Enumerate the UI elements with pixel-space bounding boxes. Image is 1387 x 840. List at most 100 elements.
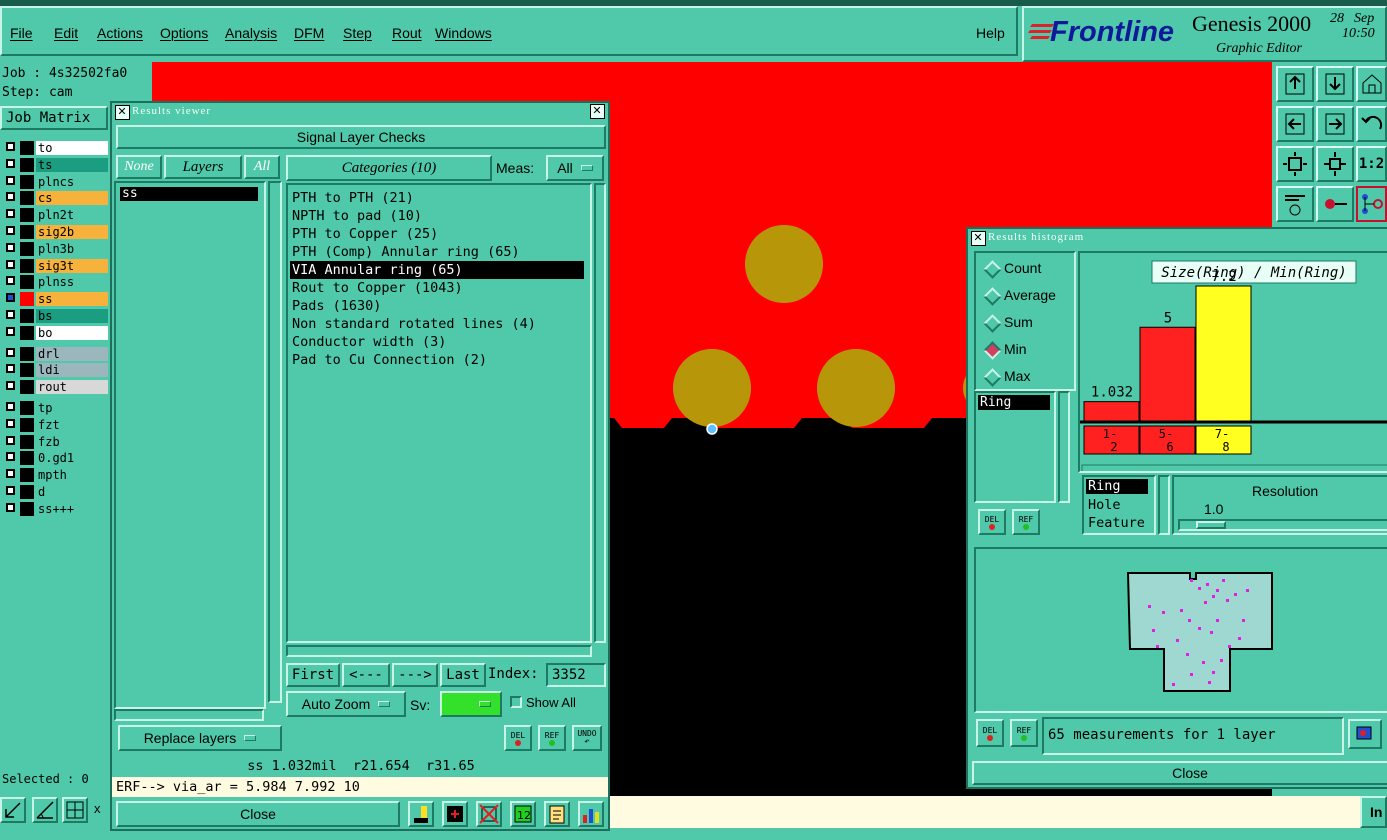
menu-item-step[interactable]: Step — [343, 25, 372, 41]
index-input[interactable]: 3352 — [546, 663, 606, 687]
layer-row-pln2t[interactable]: pln2t — [0, 207, 108, 223]
layer-name[interactable]: pln2t — [36, 208, 108, 223]
layer-row-drl[interactable]: drl — [0, 346, 108, 362]
layer-row-ss[interactable]: ss — [0, 291, 108, 307]
layer-name[interactable]: sig3t — [36, 258, 108, 273]
layer-checkbox[interactable] — [6, 347, 15, 357]
mode-radio-min[interactable]: Min — [980, 340, 1076, 362]
report-icon[interactable] — [442, 801, 468, 827]
layer-checkbox[interactable] — [6, 259, 15, 269]
window-menu-icon[interactable]: ✕ — [115, 105, 130, 120]
layer-name[interactable]: plnss — [36, 275, 108, 290]
layer-checkbox[interactable] — [6, 192, 15, 202]
category-list-hscrollbar[interactable] — [286, 645, 592, 657]
layer-row-plnss[interactable]: plnss — [0, 274, 108, 290]
list-item[interactable]: ss — [120, 187, 258, 201]
menu-item-rout[interactable]: Rout — [392, 25, 422, 41]
close-window-icon[interactable]: ✕ — [590, 104, 605, 119]
histogram-list[interactable]: Ring — [974, 391, 1056, 503]
layer-row-fzt[interactable]: fzt — [0, 417, 108, 433]
layer-row-ts[interactable]: ts — [0, 157, 108, 173]
menu-item-dfm[interactable]: DFM — [294, 25, 324, 41]
mode-radio-max[interactable]: Max — [980, 367, 1076, 389]
layer-checkbox[interactable] — [6, 310, 15, 319]
layer-checkbox[interactable] — [6, 326, 15, 336]
home-tool-icon[interactable] — [1356, 66, 1387, 102]
layer-row-ss---[interactable]: ss+++ — [0, 501, 108, 517]
ref-button[interactable]: REF — [538, 725, 566, 751]
criteria-item-ring[interactable]: Ring — [1086, 479, 1148, 494]
layer-name[interactable]: fzt — [36, 417, 108, 432]
menu-item-edit[interactable]: Edit — [54, 25, 78, 41]
angle-tool-icon[interactable] — [32, 797, 58, 823]
layer-row-mpth[interactable]: mpth — [0, 467, 108, 483]
histogram-list-scrollbar[interactable] — [1058, 391, 1070, 503]
layer-checkbox[interactable] — [6, 158, 15, 168]
undo-button[interactable]: UNDO ↶ — [572, 725, 602, 751]
criteria-item-feature[interactable]: Feature — [1088, 515, 1145, 531]
center-tool-icon[interactable] — [1316, 146, 1354, 182]
next-button[interactable]: ---> — [392, 663, 438, 687]
layer-name[interactable]: ss+++ — [36, 501, 108, 516]
layer-name[interactable]: fzb — [36, 434, 108, 449]
category-item[interactable]: Rout to Copper (1043) — [292, 279, 463, 297]
mode-radio-count[interactable]: Count — [980, 259, 1076, 281]
preview-del-button[interactable]: DEL — [976, 719, 1004, 747]
input-button[interactable]: In — [1360, 796, 1387, 828]
layer-checkbox[interactable] — [6, 226, 15, 235]
layer-name[interactable]: to — [36, 141, 108, 155]
layer-checkbox[interactable] — [6, 435, 15, 445]
fit-window-tool-icon[interactable] — [1276, 146, 1314, 182]
grid-tool-icon[interactable] — [62, 797, 88, 823]
layer-list-hscrollbar[interactable] — [114, 709, 264, 721]
criteria-list[interactable]: Ring Hole Feature — [1082, 475, 1156, 535]
category-item[interactable]: PTH to PTH (21) — [292, 189, 414, 207]
layer-row-pln3b[interactable]: pln3b — [0, 241, 108, 257]
layer-checkbox[interactable] — [6, 502, 15, 512]
layer-checkbox[interactable] — [6, 486, 15, 495]
layer-checkbox[interactable] — [6, 293, 15, 303]
category-item[interactable]: Conductor width (3) — [292, 333, 446, 351]
layer-name[interactable]: sig2b — [36, 225, 108, 239]
highlight-icon[interactable] — [408, 801, 434, 827]
hist-del-button[interactable]: DEL — [978, 509, 1006, 535]
measure-tool-icon[interactable] — [0, 797, 26, 823]
mode-radio-average[interactable]: Average — [980, 286, 1076, 308]
snap-tool-icon[interactable] — [1276, 186, 1314, 222]
layer-list-scrollbar[interactable] — [268, 181, 282, 703]
layer-name[interactable]: ss — [36, 292, 108, 307]
auto-zoom-select[interactable]: Auto Zoom — [286, 691, 406, 717]
probe-tool-icon[interactable] — [1316, 186, 1354, 222]
notes-icon[interactable] — [544, 801, 570, 827]
scale-one-to-two-icon[interactable]: 1:2 — [1356, 146, 1387, 182]
histogram-close-button[interactable]: Close — [972, 761, 1387, 785]
list-item[interactable]: Ring — [978, 395, 1050, 410]
layer-name[interactable]: drl — [36, 346, 108, 361]
menu-item-options[interactable]: Options — [160, 25, 208, 41]
category-list[interactable]: PTH to PTH (21) NPTH to pad (10) PTH to Co… — [286, 183, 592, 643]
layer-row-rout[interactable]: rout — [0, 379, 108, 395]
layer-name[interactable]: bs — [36, 309, 108, 323]
layer-row-tp[interactable]: tp — [0, 400, 108, 416]
close-button[interactable]: Close — [116, 801, 400, 827]
job-matrix-button[interactable]: Job Matrix — [0, 106, 108, 130]
layer-row-0-gd1[interactable]: 0.gd1 — [0, 450, 108, 466]
layer-row-sig2b[interactable]: sig2b — [0, 224, 108, 240]
categories-button[interactable]: Categories (10) — [286, 155, 492, 181]
layer-name[interactable]: d — [36, 485, 108, 499]
export-image-icon[interactable] — [1348, 719, 1382, 749]
layer-row-bo[interactable]: bo — [0, 325, 108, 341]
preview-ref-button[interactable]: REF — [1010, 719, 1038, 747]
layer-row-d[interactable]: d — [0, 484, 108, 500]
pan-right-tool-icon[interactable] — [1316, 106, 1354, 142]
layer-name[interactable]: 0.gd1 — [36, 451, 108, 466]
del-button[interactable]: DEL — [504, 725, 532, 751]
layer-row-to[interactable]: to — [0, 140, 108, 156]
net-tool-icon[interactable] — [1356, 186, 1387, 222]
sv-color-select[interactable] — [440, 691, 502, 717]
layer-results-list[interactable]: ss — [114, 181, 266, 709]
layer-name[interactable]: plncs — [36, 174, 108, 189]
layer-name[interactable]: bo — [36, 325, 108, 340]
layer-row-plncs[interactable]: plncs — [0, 174, 108, 190]
zoom-in-tool-icon[interactable] — [1276, 66, 1314, 102]
